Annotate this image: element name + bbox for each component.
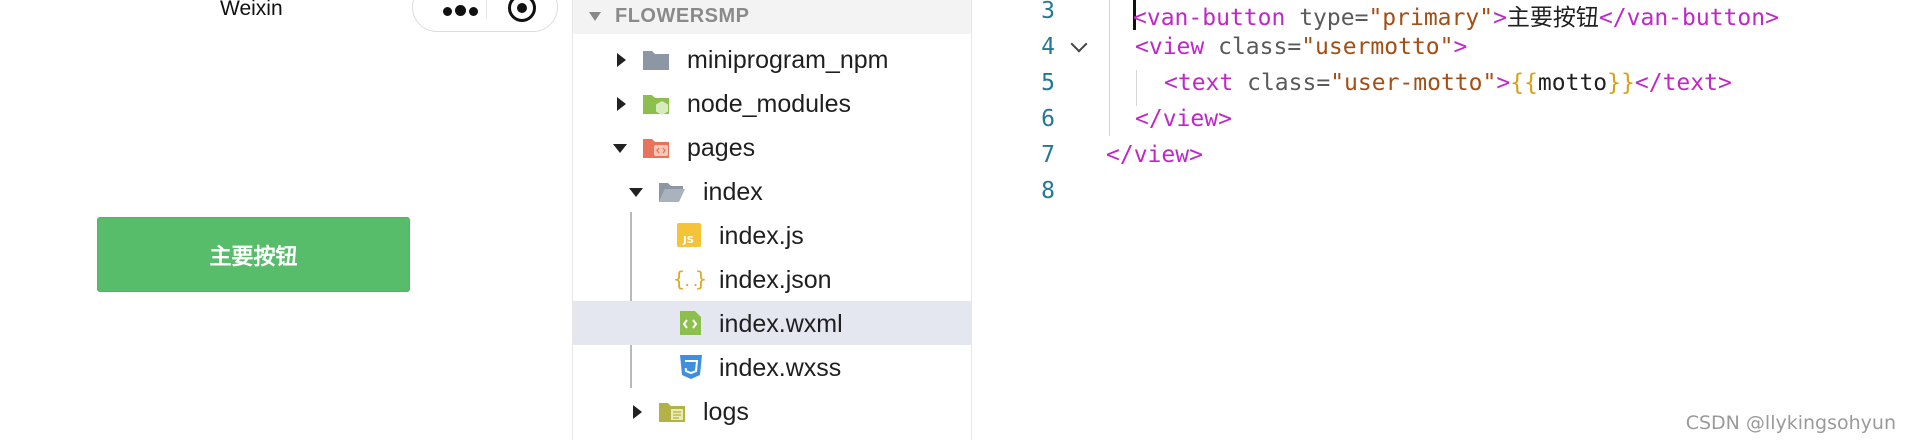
svg-text:JS: JS [682, 235, 694, 246]
line-number: 8 [1041, 178, 1055, 204]
code-line[interactable]: 3 <van-button type="primary">主要按钮</van-b… [973, 0, 1910, 34]
tree-item-index-wxss[interactable]: index.wxss [573, 345, 972, 389]
primary-button[interactable]: 主要按钮 [97, 217, 410, 292]
tree-item-miniprogram-npm[interactable]: miniprogram_npm [573, 37, 972, 81]
tree-item-pages[interactable]: pages [573, 125, 972, 169]
line-number: 4 [1041, 34, 1055, 60]
code-text: <view class="usermotto"> [1135, 34, 1468, 60]
code-line[interactable]: 7 </view> [973, 142, 1910, 178]
tree-item-label: index.json [719, 266, 832, 294]
code-text: </view> [1135, 106, 1232, 132]
code-text: <text class="user-motto">{{motto}}</text… [1164, 70, 1732, 96]
simulator-pane: Weixin 主要按钮 [0, 0, 572, 440]
capsule-divider [486, 0, 487, 19]
line-number: 7 [1041, 142, 1055, 168]
tree-item-label: index.wxss [719, 354, 842, 382]
line-number: 3 [1041, 0, 1055, 24]
chevron-down-icon[interactable] [613, 144, 627, 153]
code-line[interactable]: 8 [973, 178, 1910, 214]
css-file-icon [677, 354, 705, 380]
chevron-right-icon[interactable] [617, 53, 626, 67]
folder-open-icon [658, 178, 686, 204]
project-title: FLOWERSMP [615, 5, 750, 27]
tree-item-logs[interactable]: logs [573, 389, 972, 433]
tree-item-index-wxml[interactable]: index.wxml [573, 301, 972, 345]
fold-chevron-icon[interactable] [1070, 35, 1088, 53]
folder-icon [642, 46, 670, 72]
tree-item-label: index.js [719, 222, 804, 250]
collapse-caret-icon[interactable] [589, 12, 601, 21]
chevron-down-icon[interactable] [629, 188, 643, 197]
tree-item-index-js[interactable]: JS index.js [573, 213, 972, 257]
tree-item-label: miniprogram_npm [687, 46, 889, 74]
pages-folder-icon [642, 134, 670, 160]
code-line[interactable]: 6 </view> [973, 106, 1910, 142]
close-target-icon[interactable] [508, 0, 536, 22]
node-folder-icon [642, 90, 670, 116]
js-file-icon: JS [675, 222, 703, 248]
wxml-file-icon [677, 310, 705, 336]
line-number: 6 [1041, 106, 1055, 132]
code-line[interactable]: 5 <text class="user-motto">{{motto}}</te… [973, 70, 1910, 106]
tree-item-label: logs [703, 398, 749, 426]
json-file-icon: {..} [673, 266, 707, 292]
tree-item-index-folder[interactable]: index [573, 169, 972, 213]
code-line[interactable]: 4 <view class="usermotto"> [973, 34, 1910, 70]
tree-item-node-modules[interactable]: node_modules [573, 81, 972, 125]
nav-title: Weixin [220, 0, 283, 20]
tree-item-label: index [703, 178, 763, 206]
chevron-right-icon[interactable] [633, 405, 642, 419]
code-text: <van-button type="primary">主要按钮</van-but… [1133, 5, 1779, 31]
logs-folder-icon [658, 398, 686, 424]
tree-item-label: node_modules [687, 90, 852, 118]
line-number: 5 [1041, 70, 1055, 96]
capsule-menu [412, 0, 558, 32]
code-text: </view> [1106, 142, 1203, 168]
tree-item-label: pages [687, 134, 756, 162]
tree-item-index-json[interactable]: {..} index.json [573, 257, 972, 301]
chevron-right-icon[interactable] [617, 97, 626, 111]
more-icon[interactable] [443, 3, 483, 16]
svg-text:}: } [695, 267, 707, 291]
watermark: CSDN @llykingsohyun [1685, 412, 1896, 434]
tree-item-label: index.wxml [719, 310, 843, 338]
explorer-header[interactable]: FLOWERSMP [573, 0, 971, 34]
